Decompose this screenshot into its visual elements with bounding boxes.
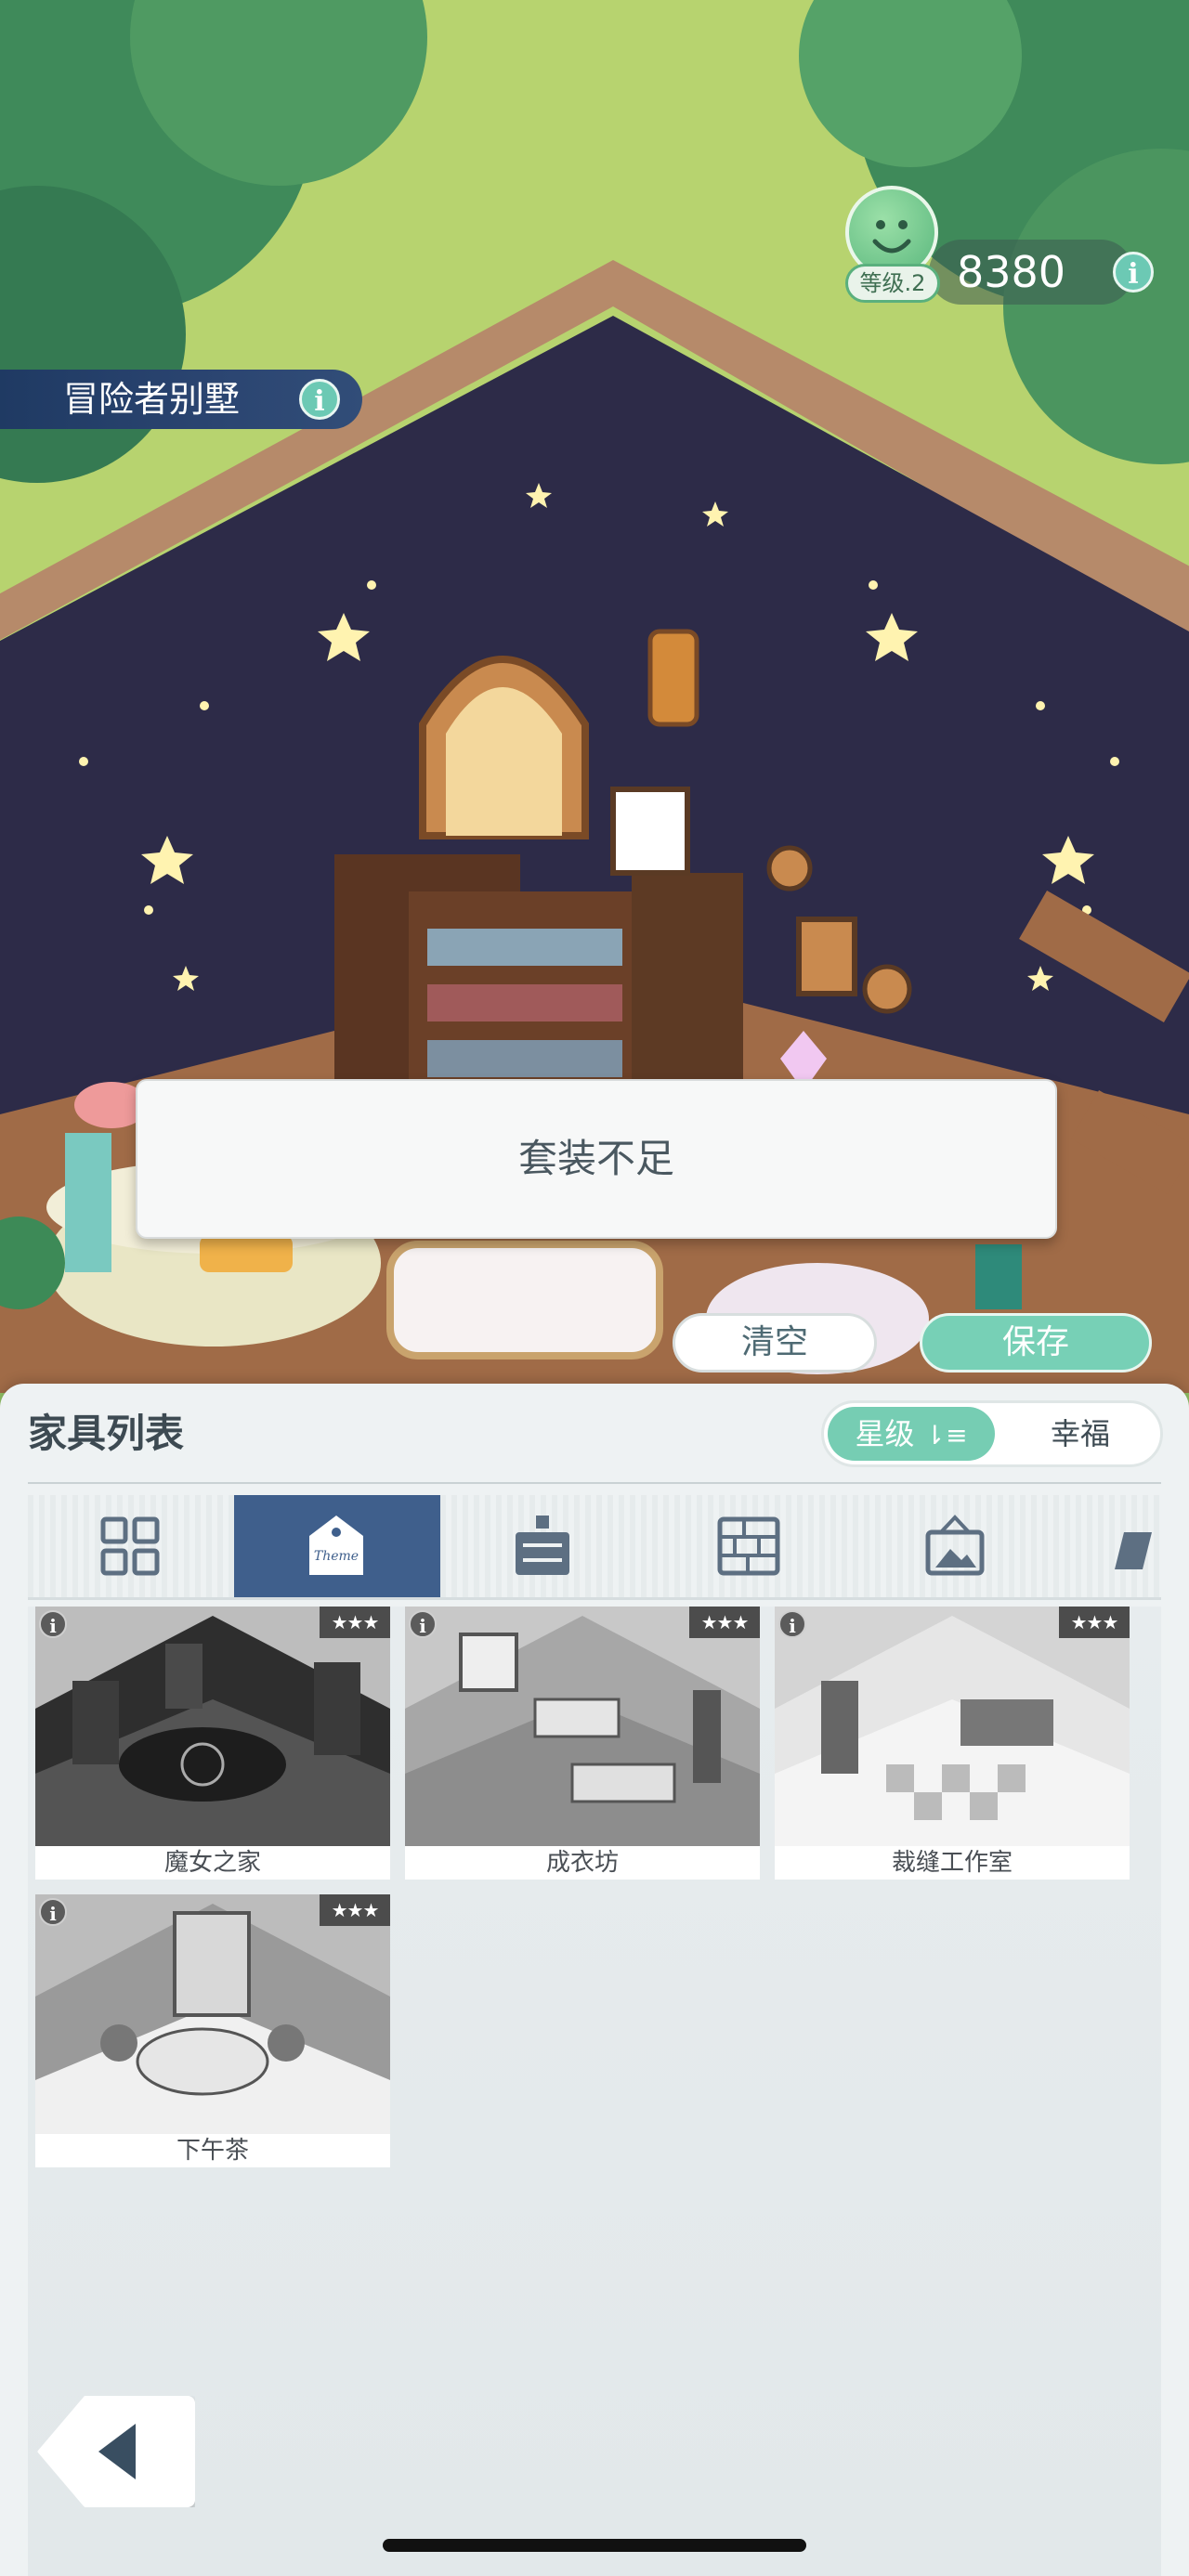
room-name-text: 冒险者别墅: [63, 379, 241, 420]
cabinet-icon: [516, 1516, 569, 1575]
tab-decor[interactable]: [853, 1495, 1059, 1597]
theme-card-tailor-shop[interactable]: i ★★★ 成衣坊: [405, 1607, 760, 1885]
theme-thumbnail: [405, 1607, 760, 1846]
sort-by-star-button[interactable]: 星级 ⇂≡: [828, 1407, 995, 1461]
theme-thumbnail: [775, 1607, 1130, 1846]
sort-descending-icon: ⇂≡: [923, 1420, 968, 1451]
star-rating: ★★★: [320, 1894, 390, 1926]
tab-floor[interactable]: [1059, 1495, 1161, 1597]
theme-card-witch-house[interactable]: i ★★★ 魔女之家: [35, 1607, 390, 1885]
theme-card-sewing-studio[interactable]: i ★★★ 裁缝工作室: [775, 1607, 1130, 1885]
star-rating: ★★★: [320, 1607, 390, 1638]
floor-icon: [1115, 1532, 1152, 1569]
score-info-icon[interactable]: i: [1113, 252, 1154, 293]
sort-star-label: 星级: [855, 1416, 915, 1451]
info-icon[interactable]: i: [39, 1898, 67, 1926]
toast-message: 套装不足: [136, 1079, 1057, 1239]
theme-name: 下午茶: [35, 2134, 390, 2167]
wall-icon: [717, 1516, 780, 1576]
info-icon[interactable]: i: [39, 1610, 67, 1638]
category-tabs: Theme: [28, 1495, 1161, 1600]
tab-theme[interactable]: Theme: [234, 1495, 440, 1597]
tab-all[interactable]: [28, 1495, 234, 1597]
sort-by-happiness-button[interactable]: 幸福: [1006, 1407, 1155, 1461]
back-arrow-icon: [98, 2424, 136, 2479]
theme-thumbnail: [35, 1894, 390, 2134]
star-rating: ★★★: [1059, 1607, 1130, 1638]
clear-button[interactable]: 清空: [673, 1313, 877, 1373]
theme-tag-icon: Theme: [309, 1516, 363, 1575]
sort-toggle: 星级 ⇂≡ 幸福: [821, 1400, 1163, 1467]
grid-icon: [100, 1516, 160, 1576]
tab-furniture[interactable]: [440, 1495, 647, 1597]
level-badge[interactable]: 8380 等级.2 i: [845, 186, 1154, 306]
theme-card-afternoon-tea[interactable]: i ★★★ 下午茶: [35, 1894, 390, 2173]
divider: [28, 1482, 1161, 1484]
info-icon[interactable]: i: [409, 1610, 437, 1638]
theme-set-grid: i ★★★ 魔女之家 i ★★★ 成衣坊 i ★★★ 裁缝工作室 i ★★★ 下…: [28, 1607, 1161, 2576]
happiness-score: 8380: [929, 240, 1133, 305]
theme-name: 裁缝工作室: [775, 1846, 1130, 1880]
room-info-icon[interactable]: i: [299, 379, 340, 420]
star-rating: ★★★: [689, 1607, 760, 1638]
svg-text:Theme: Theme: [314, 1549, 359, 1564]
save-button[interactable]: 保存: [920, 1313, 1152, 1373]
picture-icon: [925, 1515, 985, 1576]
tab-wall[interactable]: [647, 1495, 853, 1597]
level-label: 等级.2: [845, 264, 940, 303]
theme-name: 成衣坊: [405, 1846, 760, 1880]
theme-name: 魔女之家: [35, 1846, 390, 1880]
home-indicator[interactable]: [383, 2539, 806, 2552]
theme-thumbnail: [35, 1607, 390, 1846]
panel-title: 家具列表: [28, 1411, 185, 1456]
info-icon[interactable]: i: [778, 1610, 806, 1638]
